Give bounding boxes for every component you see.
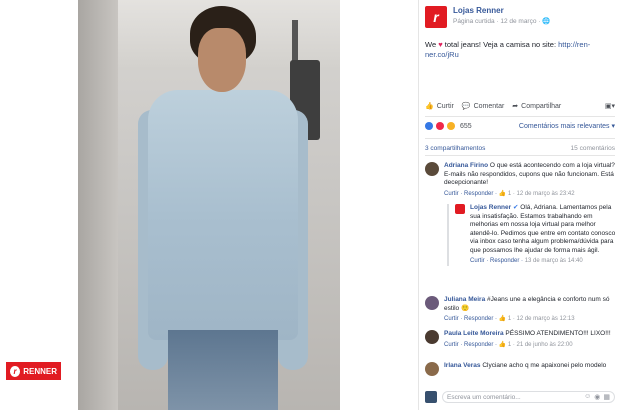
renner-logo-icon: r	[10, 365, 21, 377]
avatar[interactable]	[425, 362, 439, 376]
audience-selector[interactable]: ▣▾	[605, 102, 615, 110]
comment-button[interactable]: 💬 Comentar	[461, 102, 504, 111]
comment-meta: Curtir · Responder · 👍 1 · 12 de março à…	[444, 316, 575, 322]
facebook-photo-viewer: r RENNER r Lojas Renner Página curtida ·…	[0, 0, 620, 410]
avatar[interactable]	[425, 162, 439, 176]
model-figure	[138, 0, 308, 410]
post-side-panel: r Lojas Renner Página curtida · 12 de ma…	[418, 0, 620, 410]
love-reaction-icon	[436, 122, 444, 130]
verified-icon: ✔	[513, 204, 519, 211]
page-avatar[interactable]: r	[425, 6, 447, 28]
divider	[425, 138, 615, 139]
comment-text: Olá, Adriana. Lamentamos pela sua insati…	[470, 204, 616, 254]
comment-text: PÉSSIMO ATENDIMENTO!!! LIXO!!!	[505, 330, 611, 337]
profile-icon: ▣▾	[604, 103, 615, 110]
comment-sort-dropdown[interactable]: Comentários mais relevantes ▾	[519, 122, 615, 130]
like-reaction-icon	[425, 122, 433, 130]
denim-shirt	[148, 90, 298, 340]
comment-item: Irlana Veras Clyciane acho q me apaixone…	[425, 362, 617, 376]
brand-badge-label: RENNER	[23, 366, 57, 376]
camera-icon[interactable]: ◉	[594, 393, 600, 401]
post-header: r Lojas Renner Página curtida · 12 de ma…	[425, 6, 550, 28]
divider	[425, 116, 615, 117]
share-button[interactable]: ➦ Compartilhar	[512, 102, 561, 111]
shares-count[interactable]: 3 compartilhamentos	[425, 145, 485, 152]
divider	[425, 155, 615, 156]
comment-item: Juliana Meira #Jeans une a elegância e c…	[425, 296, 617, 324]
thumbs-up-icon: 👍	[425, 103, 434, 110]
avatar[interactable]	[455, 204, 465, 214]
comment-author[interactable]: Adriana Firino	[444, 162, 488, 169]
page-name[interactable]: Lojas Renner	[453, 6, 550, 15]
photo-area: r RENNER	[0, 0, 418, 410]
comment-author[interactable]: Irlana Veras	[444, 362, 481, 369]
comments-count[interactable]: 15 comentários	[571, 145, 615, 152]
post-actions: 👍 Curtir 💬 Comentar ➦ Compartilhar ▣▾	[425, 100, 615, 112]
emoji-icon[interactable]: ☺	[584, 393, 591, 401]
comment-author[interactable]: Lojas Renner	[470, 204, 511, 211]
pillar	[78, 0, 118, 410]
share-icon: ➦	[512, 103, 519, 110]
renner-brand-badge: r RENNER	[6, 362, 61, 380]
comment-author[interactable]: Paula Leite Moreira	[444, 330, 504, 337]
comment-meta: Curtir · Responder · 13 de março às 14:4…	[470, 258, 583, 264]
post-photo[interactable]	[78, 0, 340, 410]
reactions-bar: 655 Comentários mais relevantes ▾	[425, 122, 615, 130]
wow-reaction-icon	[447, 122, 455, 130]
comment-meta: Curtir · Responder · 👍 1 · 21 de junho à…	[444, 341, 573, 348]
gif-icon[interactable]: ▦	[603, 393, 610, 401]
comment-meta: Curtir · Responder · 👍 1 · 12 de março à…	[444, 190, 575, 197]
like-button[interactable]: 👍 Curtir	[425, 102, 454, 111]
post-text: We ♥ total jeans! Veja a camisa no site:…	[425, 40, 591, 59]
jeans	[168, 330, 278, 410]
avatar[interactable]	[425, 296, 439, 310]
post-meta: Página curtida · 12 de março · 🌐	[453, 18, 551, 25]
comment-text: Clyciane acho q me apaixonei pelo modelo	[482, 362, 607, 369]
comment-item: Adriana Firino O que está acontecendo co…	[425, 162, 617, 198]
current-user-avatar	[425, 391, 437, 403]
shares-row: 3 compartilhamentos 15 comentários	[425, 145, 615, 152]
comment-author[interactable]: Juliana Meira	[444, 296, 485, 303]
comment-item: Paula Leite Moreira PÉSSIMO ATENDIMENTO!…	[425, 330, 617, 349]
reaction-count[interactable]: 655	[460, 123, 472, 130]
comment-input[interactable]: Escreva um comentário... ☺ ◉ ▦	[442, 391, 615, 403]
reply-item: Lojas Renner ✔ Olá, Adriana. Lamentamos …	[447, 204, 617, 266]
comment-input-row: Escreva um comentário... ☺ ◉ ▦	[425, 390, 615, 404]
comment-icon: 💬	[461, 103, 471, 110]
avatar[interactable]	[425, 330, 439, 344]
